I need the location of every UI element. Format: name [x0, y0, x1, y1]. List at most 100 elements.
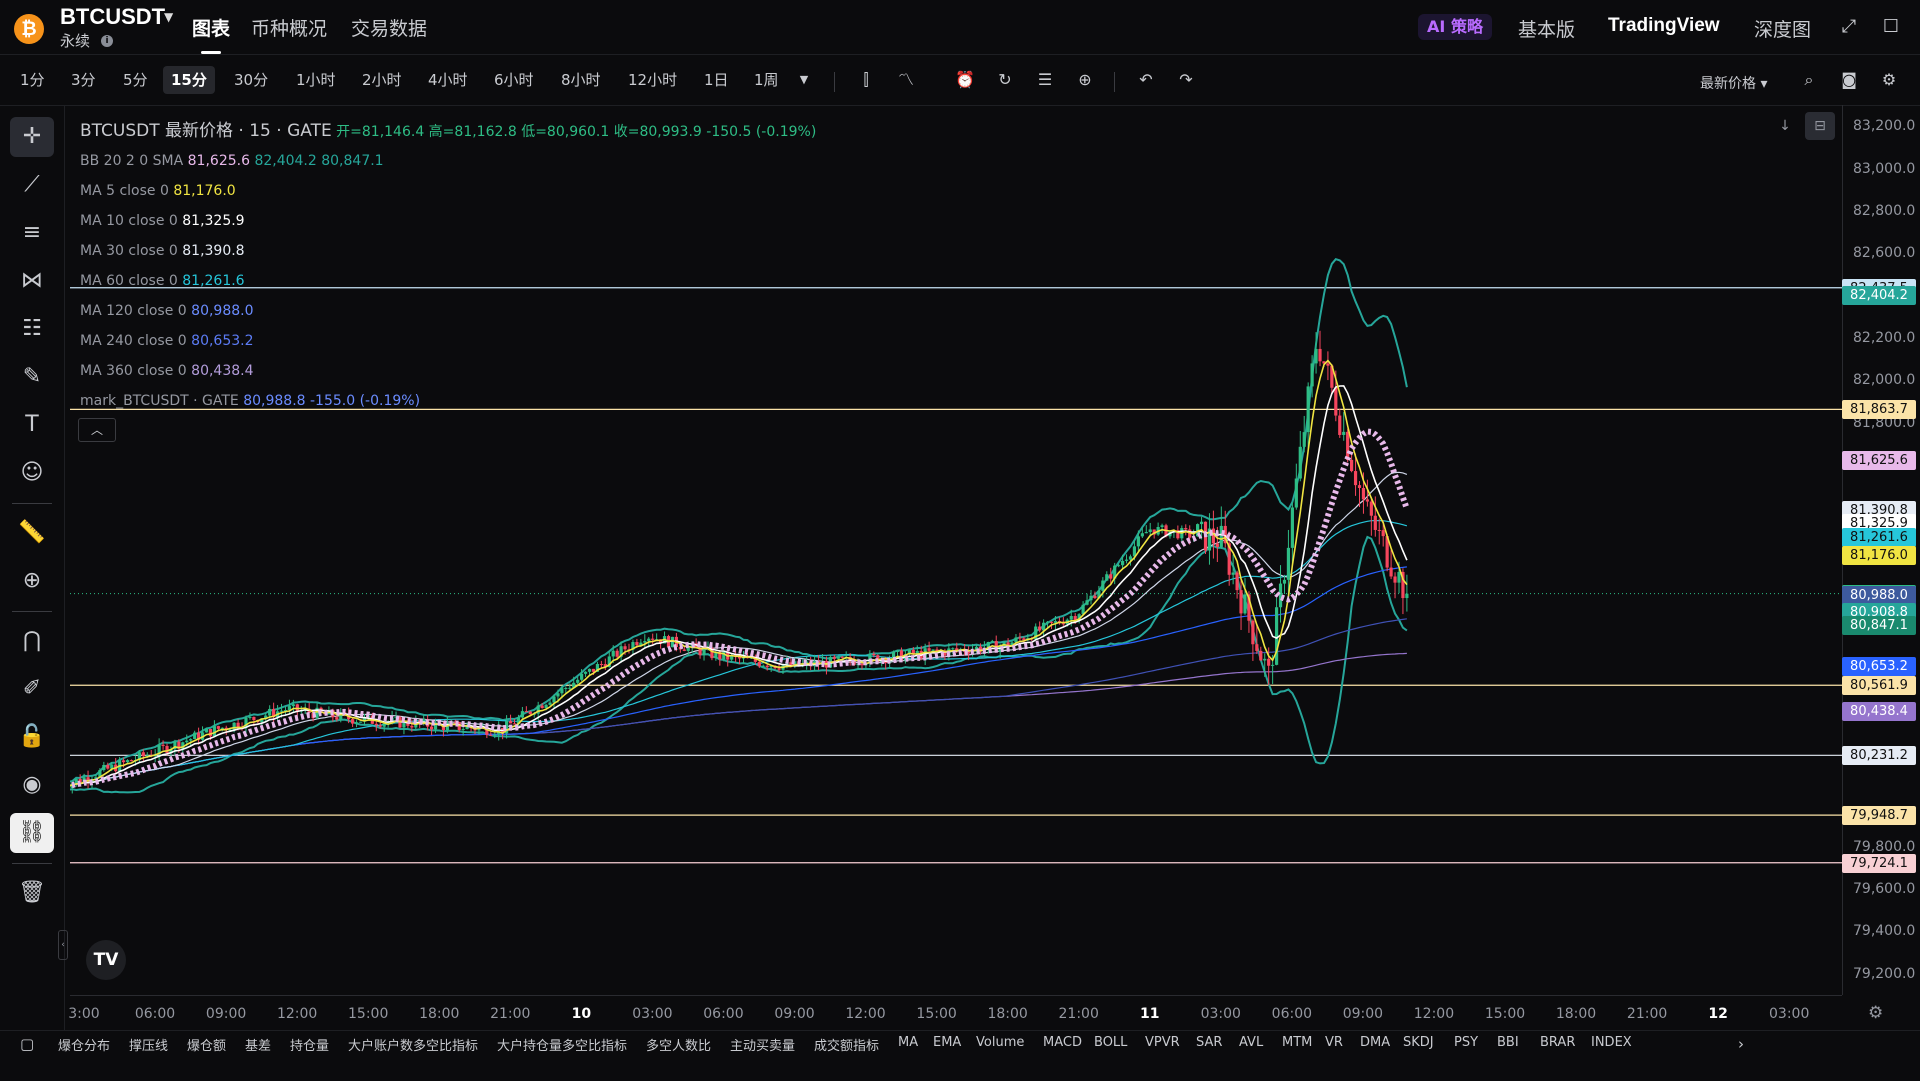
candle-body [1243, 594, 1247, 614]
legend-ma360-row[interactable]: MA 360 close 0 80,438.4 [80, 356, 816, 386]
timeframe-4h[interactable]: 4小时 [420, 66, 476, 94]
indicator-item[interactable]: MACD [1043, 1035, 1082, 1050]
timeframe-3m[interactable]: 3分 [63, 66, 104, 94]
magnet-tool-icon[interactable]: ⋂ [10, 621, 54, 661]
indicator-item[interactable]: 撑压线 [129, 1035, 168, 1054]
legend-ma30-row[interactable]: MA 30 close 0 81,390.8 [80, 236, 816, 266]
legend-ma240-row[interactable]: MA 240 close 0 80,653.2 [80, 326, 816, 356]
legend-mark-row[interactable]: mark_BTCUSDT · GATE 80,988.8 -155.0 (-0.… [80, 386, 816, 416]
replay-icon[interactable]: ↻ [994, 69, 1016, 91]
timeframe-12h[interactable]: 12小时 [620, 66, 685, 94]
timeframe-30m[interactable]: 30分 [226, 66, 276, 94]
trash-icon[interactable]: 🗑 [10, 873, 54, 913]
fullscreen-icon[interactable]: ☐ [1880, 16, 1902, 38]
indicator-item[interactable]: MTM [1282, 1035, 1312, 1050]
indicator-item[interactable]: 爆仓分布 [58, 1035, 110, 1054]
left-scroll-handle[interactable]: ‹ [58, 930, 68, 960]
undo-icon[interactable]: ↶ [1135, 69, 1157, 91]
scroll-down-icon[interactable]: ↓ [1770, 112, 1800, 140]
indicator-item[interactable]: DMA [1360, 1035, 1390, 1050]
indicator-item[interactable]: VPVR [1145, 1035, 1180, 1050]
legend-collapse-button[interactable]: ︿ [78, 418, 116, 442]
indicator-item[interactable]: Volume [976, 1035, 1024, 1050]
chart-layout-icon[interactable]: ⊟ [1805, 112, 1835, 140]
indicator-item[interactable]: 大户账户数多空比指标 [348, 1035, 478, 1054]
settings-gear-icon[interactable]: ⚙ [1878, 69, 1900, 91]
tab-chart[interactable]: 图表 [192, 14, 230, 41]
tab-trading-data[interactable]: 交易数据 [351, 14, 427, 41]
legend-ma60-row[interactable]: MA 60 close 0 81,261.6 [80, 266, 816, 296]
legend-ma5-row[interactable]: MA 5 close 0 81,176.0 [80, 176, 816, 206]
lock-tool-icon[interactable]: 🔓 [10, 717, 54, 757]
timeframe-8h[interactable]: 8小时 [553, 66, 609, 94]
indicator-item[interactable]: 成交额指标 [814, 1035, 879, 1054]
indicator-item[interactable]: AVL [1239, 1035, 1263, 1050]
indicator-item[interactable]: BRAR [1540, 1035, 1575, 1050]
indicator-item[interactable]: 多空人数比 [646, 1035, 711, 1054]
candle-type-icon[interactable]: ⫿ [855, 69, 877, 91]
ai-strategy-button[interactable]: AI 策略 [1418, 14, 1492, 40]
crosshair-tool-icon[interactable]: ✛ [10, 117, 54, 157]
eye-tool-icon[interactable]: ◉ [10, 765, 54, 805]
indicator-item[interactable]: 持仓量 [290, 1035, 329, 1054]
fib-tool-icon[interactable]: ☷ [10, 309, 54, 349]
brush-tool-icon[interactable]: ✎ [10, 357, 54, 397]
time-settings-icon[interactable]: ⚙ [1868, 1003, 1883, 1023]
indicator-item[interactable]: BOLL [1094, 1035, 1127, 1050]
indicator-item[interactable]: 主动买卖量 [730, 1035, 795, 1054]
info-icon[interactable]: i [101, 35, 113, 47]
horizontal-lines-tool-icon[interactable]: ≡ [10, 213, 54, 253]
expand-icon[interactable]: ⤢ [1838, 16, 1860, 38]
timeframe-dropdown-icon[interactable]: ▼ [793, 69, 815, 91]
symbol-caret-icon[interactable]: ▼ [164, 10, 173, 24]
emoji-tool-icon[interactable]: ☺ [10, 453, 54, 493]
redo-icon[interactable]: ↷ [1175, 69, 1197, 91]
indicator-item[interactable]: PSY [1454, 1035, 1478, 1050]
trend-line-tool-icon[interactable]: ⟋ [10, 165, 54, 205]
timeframe-15m[interactable]: 15分 [163, 66, 215, 94]
timeframe-1m[interactable]: 1分 [12, 66, 53, 94]
indicator-item[interactable]: VR [1325, 1035, 1343, 1050]
indicators-icon[interactable]: 〽 [895, 69, 917, 91]
indicator-item[interactable]: MA [898, 1035, 918, 1050]
pencil-lock-tool-icon[interactable]: ✐ [10, 669, 54, 709]
search-icon[interactable]: ⌕ [1798, 69, 1820, 91]
indicator-item[interactable]: BBI [1497, 1035, 1519, 1050]
tab-depth-chart[interactable]: 深度图 [1754, 15, 1811, 42]
timeframe-6h[interactable]: 6小时 [486, 66, 542, 94]
timeframe-2h[interactable]: 2小时 [354, 66, 410, 94]
symbol-selector[interactable]: BTCUSDT [60, 4, 165, 30]
pattern-tool-icon[interactable]: ⋈ [10, 261, 54, 301]
zoom-in-tool-icon[interactable]: ⊕ [10, 561, 54, 601]
calendar-icon[interactable]: ▢ [20, 1035, 34, 1053]
time-axis[interactable]: 3:00 06:00 09:00 12:00 15:00 18:00 21:00 10 03:0… [68, 995, 1842, 1031]
legend-ma120-row[interactable]: MA 120 close 0 80,988.0 [80, 296, 816, 326]
link-tool-icon[interactable]: ⛓ [10, 813, 54, 853]
chevron-right-icon[interactable]: › [1738, 1035, 1744, 1053]
timeframe-1h[interactable]: 1小时 [288, 66, 344, 94]
legend-bb-row[interactable]: BB 20 2 0 SMA 81,625.6 82,404.2 80,847.1 [80, 146, 816, 176]
legend-ma10-row[interactable]: MA 10 close 0 81,325.9 [80, 206, 816, 236]
timeframe-1d[interactable]: 1日 [696, 66, 737, 94]
tradingview-logo[interactable]: TV [86, 940, 126, 980]
indicator-item[interactable]: SKDJ [1403, 1035, 1434, 1050]
indicator-item[interactable]: INDEX [1591, 1035, 1632, 1050]
alert-icon[interactable]: ⏰ [954, 69, 976, 91]
layout-icon[interactable]: ☰ [1034, 69, 1056, 91]
indicator-item[interactable]: 基差 [245, 1035, 271, 1054]
tab-tradingview[interactable]: TradingView [1608, 15, 1720, 37]
price-type-select[interactable]: 最新价格 ▾ [1700, 73, 1767, 93]
timeframe-1w[interactable]: 1周 [746, 66, 787, 94]
ruler-tool-icon[interactable]: 📏 [10, 513, 54, 553]
text-tool-icon[interactable]: T [10, 405, 54, 445]
camera-icon[interactable]: ◙ [1838, 69, 1860, 91]
indicator-item[interactable]: 爆仓额 [187, 1035, 226, 1054]
tab-coin-overview[interactable]: 币种概况 [251, 14, 327, 41]
indicator-item[interactable]: SAR [1196, 1035, 1222, 1050]
indicator-item[interactable]: 大户持仓量多空比指标 [497, 1035, 627, 1054]
tab-basic[interactable]: 基本版 [1518, 15, 1575, 42]
candle-body [832, 656, 836, 659]
indicator-item[interactable]: EMA [933, 1035, 961, 1050]
add-compare-icon[interactable]: ⊕ [1074, 69, 1096, 91]
timeframe-5m[interactable]: 5分 [115, 66, 156, 94]
